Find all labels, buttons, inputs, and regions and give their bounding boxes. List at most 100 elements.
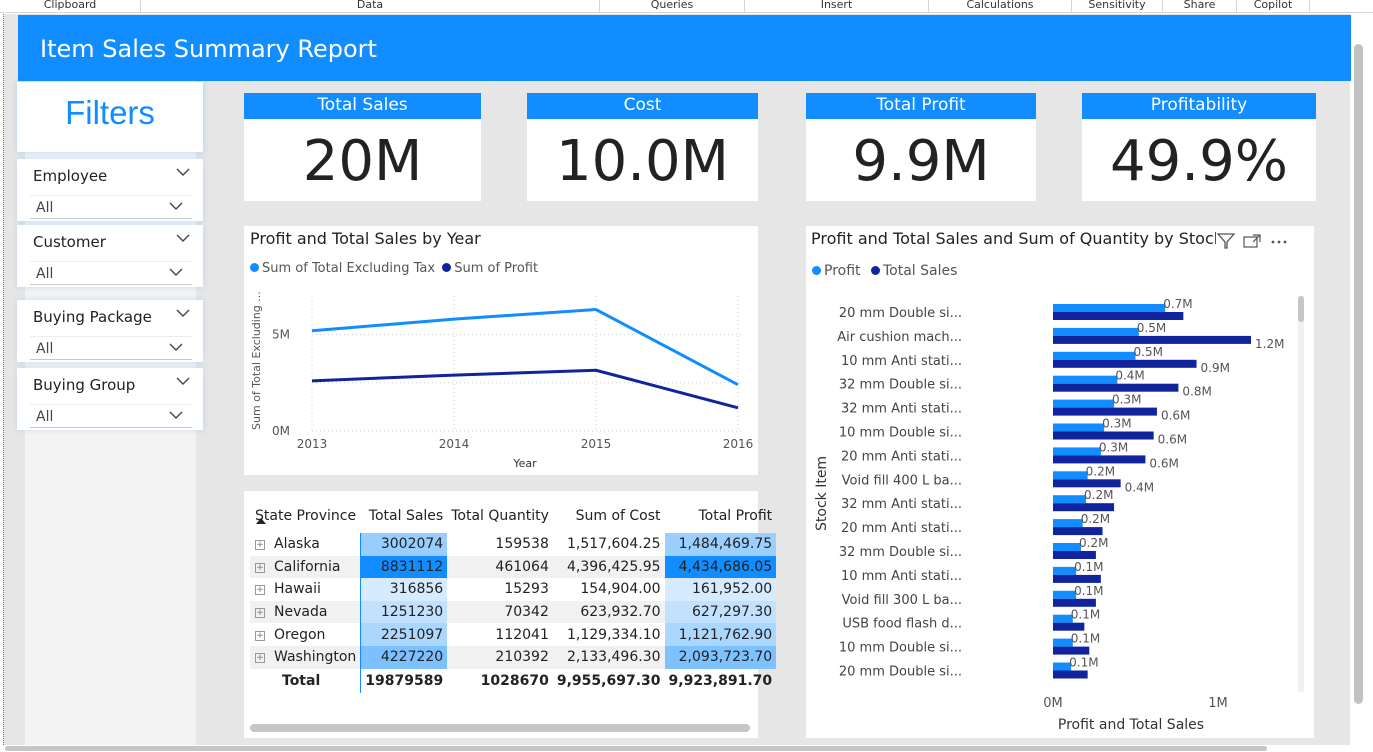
row-state[interactable]: + Hawaii: [250, 578, 361, 601]
slicer-dropdown[interactable]: All: [30, 195, 192, 219]
profit-bar[interactable]: [1053, 519, 1083, 528]
profit-bar[interactable]: [1053, 543, 1082, 551]
row-state[interactable]: + Nevada: [250, 600, 361, 624]
ribbon-group-insert[interactable]: Insert: [745, 0, 929, 12]
total-sales-bar[interactable]: [1053, 479, 1121, 488]
profit-bar[interactable]: [1053, 471, 1088, 480]
row-state[interactable]: + Alaska: [250, 533, 361, 556]
cell-total-profit: 1,484,469.75: [664, 533, 777, 556]
total-sales-bar[interactable]: [1053, 455, 1146, 464]
ribbon-group-queries[interactable]: Queries: [600, 0, 745, 12]
cell-sum-of-cost: 1,517,604.25: [567, 536, 661, 553]
expand-icon[interactable]: +: [255, 562, 265, 573]
total-sales-bar[interactable]: [1053, 503, 1115, 512]
ribbon-group-clipboard[interactable]: Clipboard: [0, 0, 141, 12]
profit-bar[interactable]: [1053, 399, 1115, 408]
kpi-card-cost[interactable]: Cost 10.0M: [527, 93, 758, 201]
ribbon-group-data[interactable]: Data: [141, 0, 600, 12]
chevron-down-icon[interactable]: [175, 373, 191, 389]
profit-bar[interactable]: [1053, 375, 1118, 384]
kpi-card-profitability[interactable]: Profitability 49.9%: [1082, 93, 1316, 201]
table-row[interactable]: + Oregon 2251097 112041 1,129,334.10 1,121,76…: [250, 623, 777, 646]
total-sales-bar[interactable]: [1053, 383, 1179, 392]
column-header-sum-of-cost[interactable]: Sum of Cost: [553, 499, 665, 533]
chevron-down-icon[interactable]: [175, 305, 191, 321]
x-tick-label: 2015: [581, 437, 612, 451]
vertical-scrollbar[interactable]: [1351, 14, 1373, 745]
chart-scrollbar-thumb[interactable]: [1298, 296, 1304, 322]
profit-bar[interactable]: [1053, 304, 1166, 312]
ribbon-group-sensitivity[interactable]: Sensitivity: [1072, 0, 1163, 12]
expand-icon[interactable]: +: [255, 585, 265, 596]
bar-chart: Stock Item Profit and Total Sales 20 mm …: [814, 297, 1284, 733]
table-row[interactable]: + Washington 4227220 210392 2,133,496.30 2,09…: [250, 645, 777, 669]
slicer-employee[interactable]: Employee All: [17, 159, 203, 221]
category-label: 32 mm Anti stati...: [841, 497, 962, 512]
total-sales-bar[interactable]: [1053, 312, 1184, 320]
y-axis-label: Stock Item: [814, 456, 830, 531]
line-chart-panel[interactable]: Profit and Total Sales by Year Sum of To…: [244, 226, 758, 475]
cell-sum-of-cost: 4,396,425.95: [552, 555, 665, 579]
vertical-scrollbar-thumb[interactable]: [1354, 44, 1363, 704]
table-row[interactable]: + Alaska 3002074 159538 1,517,604.25 1,484,46…: [250, 533, 777, 556]
profit-bar[interactable]: [1053, 495, 1086, 504]
matrix-panel[interactable]: State Province Total Sales Total Quantit…: [244, 491, 777, 738]
table-row[interactable]: + California 8831112 461064 4,396,425.95 4,43…: [250, 555, 777, 579]
ribbon-group-copilot[interactable]: Copilot: [1237, 0, 1310, 12]
table-row[interactable]: + Hawaii 316856 15293 154,904.00 161,952.00: [250, 578, 777, 601]
sort-ascending-icon[interactable]: [256, 518, 266, 524]
bar-chart-panel[interactable]: Profit and Total Sales and Sum of Quanti…: [806, 226, 1314, 738]
total-sales-bar[interactable]: [1053, 646, 1090, 655]
slicer-buying-package[interactable]: Buying Package All: [17, 300, 203, 362]
total-sales-bar[interactable]: [1053, 407, 1157, 416]
data-label: 0.4M: [1115, 369, 1144, 383]
slicer-customer[interactable]: Customer All: [17, 225, 203, 287]
expand-icon[interactable]: +: [255, 630, 265, 641]
total-sales-bar[interactable]: [1053, 527, 1103, 536]
kpi-card-total-sales[interactable]: Total Sales 20M: [244, 93, 481, 201]
slicer-dropdown[interactable]: All: [30, 404, 192, 428]
series-line-profit[interactable]: [311, 368, 739, 410]
kpi-card-total-profit[interactable]: Total Profit 9.9M: [806, 93, 1036, 201]
profit-bar[interactable]: [1053, 566, 1077, 575]
total-sales-bar[interactable]: [1053, 598, 1096, 607]
total-sales-bar[interactable]: [1053, 335, 1251, 344]
expand-icon[interactable]: +: [255, 540, 265, 551]
profit-bar[interactable]: [1053, 351, 1136, 360]
matrix-scrollbar[interactable]: [250, 724, 750, 732]
row-label: Alaska: [274, 536, 320, 553]
total-sales-bar[interactable]: [1053, 574, 1101, 583]
total-sales-bar[interactable]: [1053, 359, 1197, 368]
ribbon-group-calculations[interactable]: Calculations: [929, 0, 1072, 12]
slicer-dropdown[interactable]: All: [30, 336, 192, 360]
profit-bar[interactable]: [1053, 447, 1101, 456]
chart-scrollbar[interactable]: [1298, 296, 1304, 692]
table-row[interactable]: + Nevada 1251230 70342 623,932.70 627,297.30: [250, 600, 777, 624]
row-state[interactable]: + Oregon: [250, 623, 361, 646]
slicer-dropdown[interactable]: All: [30, 261, 192, 285]
column-header-total-sales[interactable]: Total Sales: [361, 499, 447, 533]
total-sales-bar[interactable]: [1053, 622, 1085, 631]
horizontal-scrollbar-thumb[interactable]: [5, 746, 1267, 751]
expand-icon[interactable]: +: [255, 608, 265, 619]
profit-bar[interactable]: [1053, 423, 1105, 432]
row-state[interactable]: + Washington: [250, 645, 361, 669]
row-state[interactable]: + California: [250, 555, 361, 579]
column-header-total-quantity[interactable]: Total Quantity: [447, 499, 553, 533]
expand-icon[interactable]: +: [255, 653, 265, 664]
total-sales-bar[interactable]: [1053, 551, 1096, 559]
chevron-down-icon[interactable]: [175, 164, 191, 180]
horizontal-scrollbar[interactable]: [0, 745, 1373, 752]
total-sales-bar[interactable]: [1053, 431, 1154, 440]
ribbon-group-share[interactable]: Share: [1163, 0, 1237, 12]
chevron-down-icon: [169, 411, 183, 419]
column-header-total-profit[interactable]: Total Profit: [665, 499, 777, 533]
data-label: 0.6M: [1149, 456, 1178, 470]
chevron-down-icon[interactable]: [175, 230, 191, 246]
row-label: Hawaii: [274, 581, 321, 598]
total-sales-bar[interactable]: [1053, 670, 1088, 679]
profit-bar[interactable]: [1053, 590, 1077, 599]
profit-bar[interactable]: [1053, 327, 1139, 336]
slicer-buying-group[interactable]: Buying Group All: [17, 368, 203, 430]
column-header-state[interactable]: State Province: [250, 499, 361, 533]
